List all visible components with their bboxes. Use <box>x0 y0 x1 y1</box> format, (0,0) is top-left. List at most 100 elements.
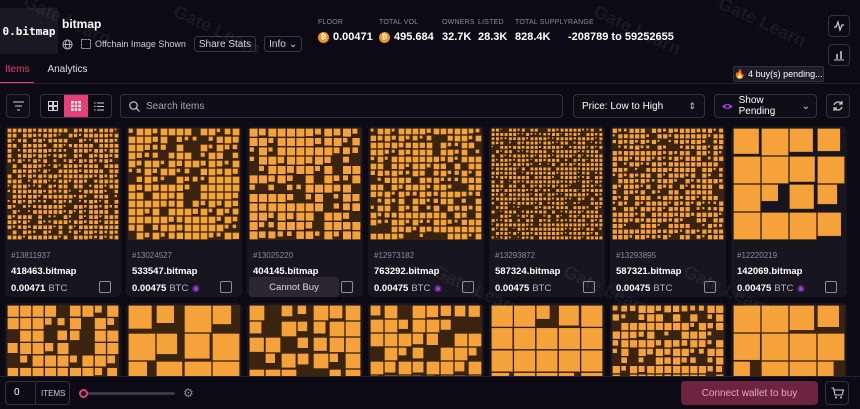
item-card[interactable]: #13024527 533547.bitmap 0.00475 BTC ◉ <box>126 126 242 297</box>
bitmap-tile <box>37 199 42 203</box>
bitmap-tile <box>564 171 569 176</box>
bitmap-tile <box>495 162 500 167</box>
bitmap-tile <box>370 233 377 240</box>
bitmap-tile <box>701 184 708 190</box>
item-card[interactable] <box>489 303 605 376</box>
bitmap-tile <box>27 209 31 213</box>
bitmap-image[interactable] <box>249 128 361 240</box>
bitmap-tile <box>651 139 657 145</box>
bitmap-image[interactable] <box>491 128 603 240</box>
bitmap-tile <box>495 197 500 202</box>
bitmap-tile <box>681 348 690 357</box>
bitmap-image[interactable] <box>733 305 845 376</box>
bitmap-tile <box>78 219 84 225</box>
bitmap-tile <box>679 212 685 218</box>
grid-small-icon[interactable] <box>64 95 88 117</box>
show-pending-toggle[interactable]: Show Pending ⌄ <box>714 94 817 118</box>
activity-chart-button[interactable] <box>828 15 850 37</box>
item-card[interactable]: #12973182 763292.bitmap 0.00475 BTC ◉ <box>368 126 484 297</box>
info-dropdown[interactable]: Info ⌄ <box>264 36 303 52</box>
bitmap-tile <box>136 168 142 174</box>
share-stats-button[interactable]: Share Stats <box>193 36 257 52</box>
refresh-button[interactable] <box>826 94 850 118</box>
quantity-value[interactable]: 0 <box>6 382 36 404</box>
bitmap-tile <box>52 163 58 169</box>
sweep-slider-handle[interactable] <box>79 389 88 398</box>
bitmap-image[interactable] <box>491 305 603 376</box>
bitmap-image[interactable] <box>612 305 724 376</box>
scan-icon[interactable] <box>99 281 111 293</box>
bitmap-image[interactable] <box>128 128 240 240</box>
list-view-icon[interactable] <box>88 95 111 117</box>
bitmap-tile <box>27 148 33 154</box>
quantity-stepper[interactable]: 0 ITEMS <box>5 381 70 405</box>
item-price: 0.00475 BTC <box>374 283 430 294</box>
gear-icon[interactable]: ⚙ <box>183 386 194 400</box>
bitmap-image[interactable] <box>370 305 482 376</box>
cart-button[interactable] <box>825 381 849 405</box>
grid-large-icon[interactable] <box>41 95 64 117</box>
connect-wallet-button[interactable]: Connect wallet to buy <box>681 381 818 405</box>
item-card[interactable] <box>731 303 847 376</box>
scan-icon[interactable] <box>704 281 716 293</box>
bitmap-image[interactable] <box>128 305 240 376</box>
bitmap-tile <box>461 191 467 197</box>
bitmap-tile <box>684 228 691 235</box>
item-card[interactable]: #13811937 418463.bitmap 0.00471 BTC <box>5 126 121 297</box>
offchain-toggle[interactable]: Offchain Image Shown <box>81 39 186 49</box>
bitmap-tile <box>83 138 87 142</box>
scan-icon[interactable] <box>341 281 353 293</box>
bitmap-tile <box>577 210 582 215</box>
search-input[interactable] <box>146 100 546 112</box>
bitmap-tile <box>27 153 33 159</box>
bitmap-tile <box>52 235 58 240</box>
tab-items[interactable]: Items <box>0 62 35 84</box>
item-card[interactable]: #12220219 142069.bitmap 0.00475 BTC ◉ <box>731 126 847 297</box>
bitmap-tile <box>580 305 603 328</box>
bitmap-tile <box>598 162 603 167</box>
item-card[interactable] <box>5 303 121 376</box>
tab-analytics[interactable]: Analytics <box>42 62 92 84</box>
bitmap-tile <box>581 184 586 189</box>
pending-buys-badge[interactable]: 🔥 4 buy(s) pending... <box>733 66 824 82</box>
sweep-slider-track[interactable] <box>80 392 175 395</box>
bitmap-tile <box>7 133 12 139</box>
cannot-buy-button[interactable]: Cannot Buy <box>249 277 339 297</box>
search-bar <box>120 94 563 118</box>
bitmap-tile <box>534 171 539 176</box>
scan-icon[interactable] <box>825 281 837 293</box>
bitmap-image[interactable] <box>249 305 361 376</box>
bitmap-tile <box>426 198 431 203</box>
bitmap-image[interactable] <box>7 305 119 376</box>
bitmap-tile <box>58 199 63 205</box>
filter-button[interactable] <box>6 94 30 118</box>
item-card[interactable] <box>247 303 363 376</box>
bitmap-tile <box>168 184 176 192</box>
bitmap-tile <box>789 333 817 361</box>
bitmap-tile <box>598 201 603 206</box>
bitmap-image[interactable] <box>370 128 482 240</box>
sort-select[interactable]: Price: Low to High ⇕ <box>573 94 705 118</box>
item-card[interactable] <box>368 303 484 376</box>
bitmap-tile <box>612 133 616 137</box>
bitmap-tile <box>384 177 391 184</box>
bitmap-tile <box>192 200 200 208</box>
bitmap-tile <box>590 184 594 188</box>
item-card[interactable]: #13025220 404145.bitmap Cannot Buy <box>247 126 363 297</box>
item-card[interactable] <box>610 303 726 376</box>
stat-total-vol: TOTAL VOL ₿ 495.684 <box>379 19 434 43</box>
item-card[interactable] <box>126 303 242 376</box>
bitmap-tile <box>12 219 18 225</box>
item-card[interactable]: #13293872 587324.bitmap 0.00475 BTC <box>489 126 605 297</box>
item-card[interactable]: #13293895 587321.bitmap 0.00475 BTC <box>610 126 726 297</box>
bitmap-image[interactable] <box>7 128 119 240</box>
stats-chart-button[interactable] <box>828 44 850 66</box>
bitmap-image[interactable] <box>733 128 845 240</box>
bitmap-tile <box>623 178 629 184</box>
globe-icon[interactable] <box>62 38 73 50</box>
scan-icon[interactable] <box>220 281 232 293</box>
scan-icon[interactable] <box>583 281 595 293</box>
bitmap-image[interactable] <box>612 128 724 240</box>
scan-icon[interactable] <box>462 281 474 293</box>
bitmap-tile <box>645 144 650 150</box>
